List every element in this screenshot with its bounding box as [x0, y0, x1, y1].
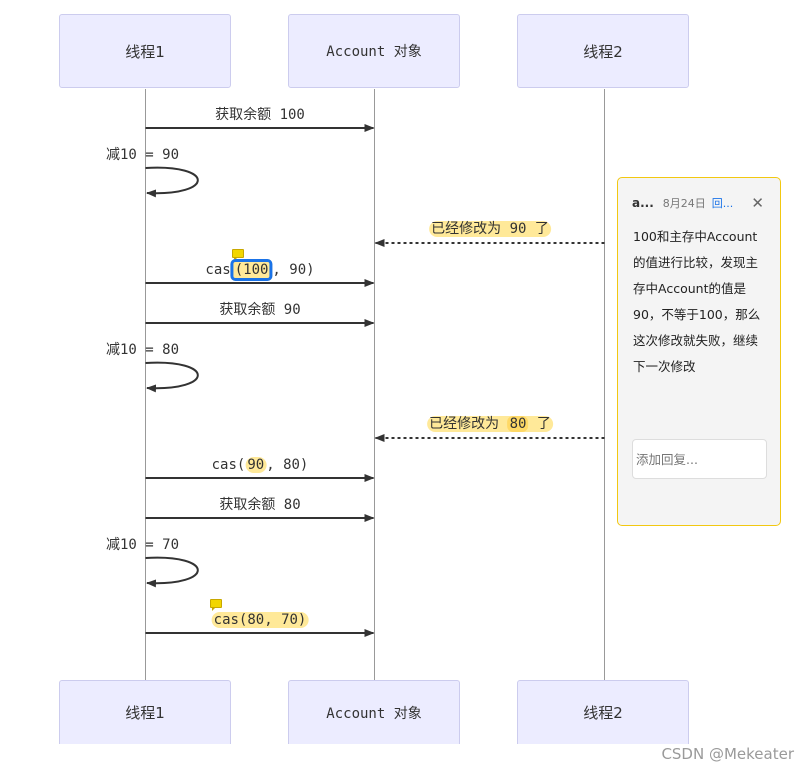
message-label[interactable]: 已经修改为 80 了: [427, 414, 553, 434]
comment-reply-link[interactable]: 回...: [712, 195, 734, 211]
message-label[interactable]: cas(90, 80): [212, 455, 308, 475]
self-message-arrow: [145, 556, 199, 588]
actor-label: 线程2: [583, 42, 623, 61]
reply-input[interactable]: [632, 439, 767, 479]
self-message-arrow: [145, 361, 199, 393]
comment-header: a... 8月24日 回... ✕: [632, 194, 768, 212]
actor-thread1-bottom: 线程1: [59, 680, 231, 744]
actor-label: Account 对象: [326, 44, 422, 60]
actor-label: 线程1: [125, 42, 165, 61]
message-label[interactable]: 获取余额 90: [219, 300, 300, 320]
comment-body: 100和主存中Account的值进行比较，发现主存中Account的值是90，不…: [633, 229, 761, 374]
message-label[interactable]: 已经修改为 90 了: [429, 219, 551, 239]
message-label[interactable]: cas (100, 90): [205, 259, 315, 281]
close-icon[interactable]: ✕: [751, 194, 764, 212]
comment-author: a...: [632, 196, 654, 210]
selected-text: (100: [230, 259, 273, 281]
actor-thread2-top: 线程2: [517, 14, 689, 88]
comment-panel: a... 8月24日 回... ✕ 100和主存中Account的值进行比较，发…: [617, 177, 781, 526]
message-label[interactable]: 获取余额 80: [219, 495, 300, 515]
actor-label: 线程1: [125, 704, 165, 722]
self-message-arrow: [145, 166, 199, 198]
actor-thread1-top: 线程1: [59, 14, 231, 88]
actor-label: Account 对象: [326, 705, 422, 722]
self-message-label[interactable]: 减10 = 80: [106, 340, 179, 360]
csdn-watermark: CSDN @Mekeater: [661, 745, 794, 763]
actor-label: 线程2: [583, 704, 623, 722]
self-message-label[interactable]: 减10 = 90: [106, 145, 179, 165]
message-label[interactable]: 获取余额 100: [215, 105, 305, 125]
comment-marker-icon[interactable]: [210, 599, 222, 611]
comment-date: 8月24日: [662, 197, 706, 210]
actor-account-bottom: Account 对象: [288, 680, 460, 744]
actor-thread2-bottom: 线程2: [517, 680, 689, 744]
actor-account-top: Account 对象: [288, 14, 460, 88]
self-message-label[interactable]: 减10 = 70: [106, 535, 179, 555]
comment-marker-icon[interactable]: [232, 249, 244, 261]
message-label[interactable]: cas(80, 70): [211, 610, 309, 630]
